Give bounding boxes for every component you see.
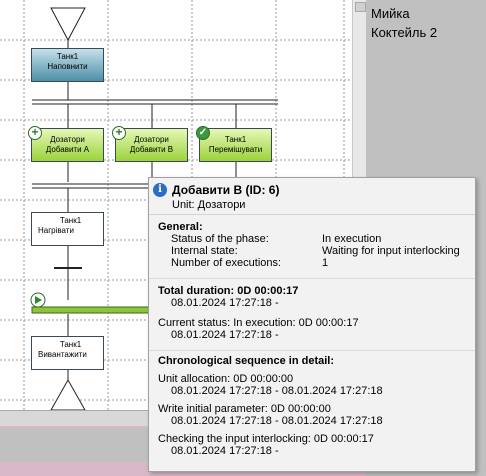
step-phase: Наповнити: [47, 62, 88, 71]
tooltip-title: Добавити В (ID: 6): [172, 183, 280, 197]
chrono-entry: Write initial parameter: 0D 00:00:00: [158, 403, 331, 415]
plus-icon: +: [28, 126, 42, 140]
duration-section: Total duration: 0D 00:00:17 08.01.2024 1…: [149, 285, 475, 351]
chronology-section: Chronological sequence in detail: Unit a…: [149, 355, 475, 471]
general-section: General: Status of the phase: In executio…: [149, 221, 475, 279]
executions-label: Number of executions:: [171, 257, 282, 269]
step-unit: Танк1: [59, 216, 82, 225]
checkmark-icon: ✓: [196, 126, 210, 140]
status-label: Status of the phase:: [171, 233, 269, 245]
total-duration: Total duration: 0D 00:00:17: [158, 285, 299, 297]
current-range: 08.01.2024 17:27:18 -: [171, 329, 279, 341]
end-triangle: [50, 378, 86, 410]
chrono-range: 08.01.2024 17:27:18 - 08.01.2024 17:27:1…: [171, 385, 383, 397]
current-status: Current status: In execution: 0D 00:00:1…: [158, 317, 359, 329]
tooltip-unit: Unit: Дозатори: [172, 199, 246, 211]
step-unit: Дозатори: [50, 135, 85, 144]
scroll-thumb[interactable]: [355, 2, 366, 12]
step-tank1-heat[interactable]: Танк1 Нагрівати: [31, 212, 104, 246]
tooltip-header: i Добавити В (ID: 6) Unit: Дозатори: [149, 178, 475, 215]
executions-value: 1: [322, 257, 329, 269]
chrono-entry: Checking the input interlocking: 0D 00:0…: [158, 433, 374, 445]
step-tank1-unload[interactable]: Танк1 Вивантажити: [31, 336, 104, 370]
total-range: 08.01.2024 17:27:18 -: [171, 297, 279, 309]
info-icon: i: [153, 183, 167, 197]
phase-info-tooltip: i Добавити В (ID: 6) Unit: Дозатори Gene…: [148, 177, 476, 472]
recipe-item[interactable]: Мийка: [371, 6, 410, 21]
chrono-range: 08.01.2024 17:27:18 -: [171, 445, 279, 457]
step-unit: Танк1: [224, 135, 247, 144]
internal-state-value: Waiting for input interlocking: [322, 245, 460, 257]
step-phase: Добавити В: [129, 145, 174, 154]
status-value: In execution: [322, 233, 382, 245]
step-tank1-fill[interactable]: Танк1 Наповнити: [31, 48, 104, 82]
general-heading: General:: [158, 221, 203, 233]
play-icon: [30, 292, 46, 308]
step-phase: Нагрівати: [38, 226, 74, 235]
step-phase: Добавити А: [45, 145, 90, 154]
step-phase: Перемішувати: [208, 145, 263, 154]
chrono-range: 08.01.2024 17:27:18 - 08.01.2024 17:27:1…: [171, 415, 383, 427]
step-unit: Танк1: [56, 52, 79, 61]
chrono-entry: Unit allocation: 0D 00:00:00: [158, 373, 294, 385]
chronology-heading: Chronological sequence in detail:: [158, 355, 335, 367]
step-unit: Дозатори: [134, 135, 169, 144]
step-phase: Вивантажити: [38, 350, 87, 359]
step-unit: Танк1: [59, 340, 82, 349]
internal-state-label: Internal state:: [171, 245, 238, 257]
recipe-item[interactable]: Коктейль 2: [371, 25, 437, 40]
start-triangle: [50, 7, 86, 42]
plus-icon: +: [112, 126, 126, 140]
